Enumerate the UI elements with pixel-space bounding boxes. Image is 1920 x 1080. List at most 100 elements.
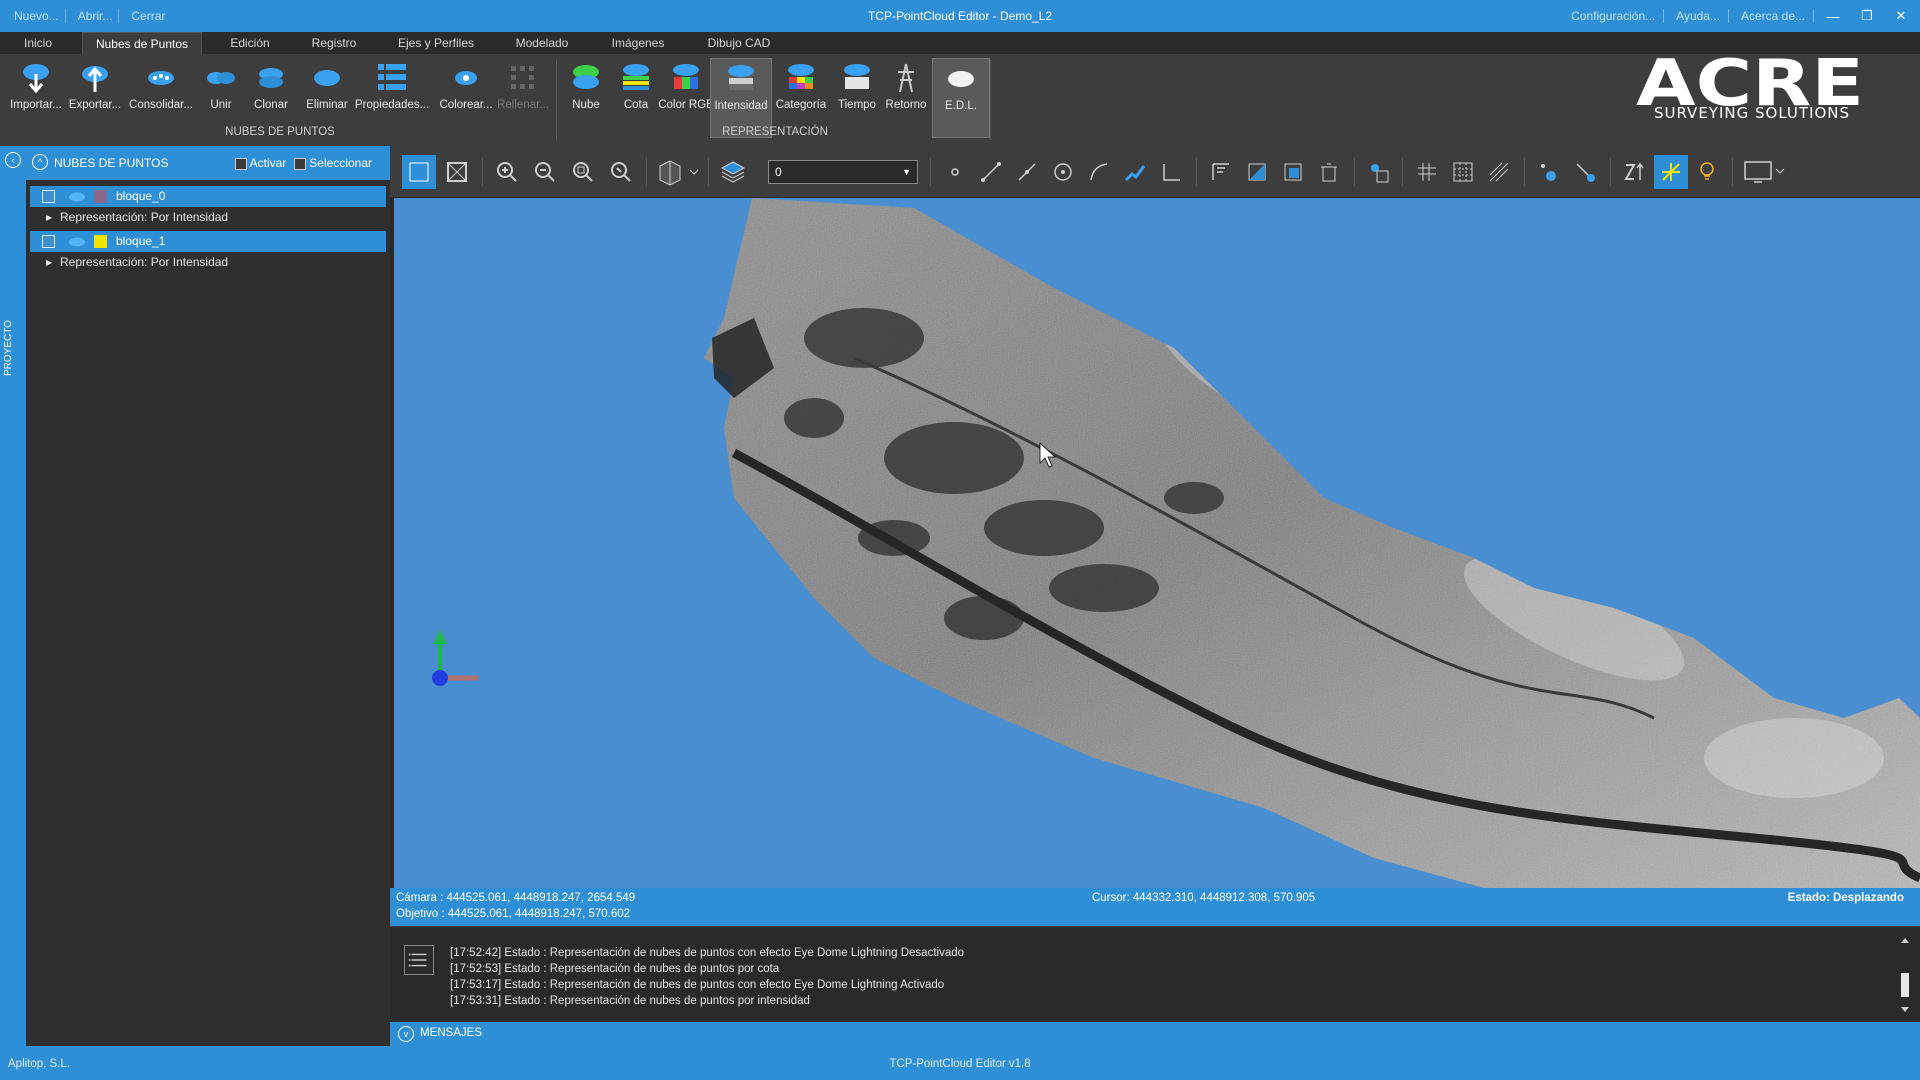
- group-label-representacion: REPRESENTACIÓN: [722, 126, 828, 138]
- select-mode-button[interactable]: [402, 155, 436, 189]
- zoom-in-button[interactable]: [490, 155, 524, 189]
- axes-icon: [1662, 163, 1680, 181]
- layers-button[interactable]: [716, 155, 750, 189]
- snap-point-icon: [1541, 164, 1556, 181]
- z-axis-button[interactable]: [1618, 155, 1652, 189]
- export-button[interactable]: Exportar...: [64, 58, 126, 138]
- tree-item-representation[interactable]: ▶ Representación: Por Intensidad: [30, 207, 386, 228]
- tab-edicion[interactable]: Edición: [220, 32, 280, 54]
- tree-item-bloque-1[interactable]: bloque_1: [30, 231, 386, 252]
- cloud-name: bloque_0: [116, 189, 166, 203]
- tab-dibujo-cad[interactable]: Dibujo CAD: [700, 32, 778, 54]
- monitor-icon: [1744, 161, 1785, 183]
- project-tab-label[interactable]: PROYECTO: [3, 320, 14, 376]
- measure-angle-button[interactable]: [1154, 155, 1188, 189]
- collapse-panel-icon[interactable]: ^: [32, 154, 48, 170]
- grid-surface-button[interactable]: [1482, 155, 1516, 189]
- minimize-button[interactable]: —: [1818, 4, 1848, 28]
- new-link[interactable]: Nuevo...: [8, 9, 66, 23]
- zoom-previous-icon: [611, 162, 631, 182]
- settings-link[interactable]: Configuración...: [1563, 9, 1665, 23]
- draw-polyline-button[interactable]: [1010, 155, 1044, 189]
- draw-point-button[interactable]: [938, 155, 972, 189]
- export-cloud-icon: [82, 66, 108, 92]
- lighting-button[interactable]: [1690, 155, 1724, 189]
- clip-box-button[interactable]: [1240, 155, 1274, 189]
- select-checkbox[interactable]: Seleccionar: [294, 156, 372, 170]
- close-file-link[interactable]: Cerrar: [125, 9, 171, 23]
- category-grid-icon: [788, 64, 814, 89]
- measure-profile-button[interactable]: [1118, 155, 1152, 189]
- expand-caret-icon[interactable]: ▶: [46, 207, 52, 228]
- tab-inicio[interactable]: Inicio: [14, 32, 62, 54]
- consolidate-cloud-icon: [148, 71, 174, 85]
- cloud-color-swatch[interactable]: [94, 190, 107, 203]
- zoom-previous-button[interactable]: [604, 155, 638, 189]
- messages-list-icon[interactable]: [404, 945, 434, 975]
- tab-ejes-y-perfiles[interactable]: Ejes y Perfiles: [390, 32, 482, 54]
- layer-select[interactable]: 0 ▼: [768, 160, 918, 184]
- zoom-extents-button[interactable]: [440, 155, 474, 189]
- tab-nubes-de-puntos[interactable]: Nubes de Puntos: [82, 32, 202, 54]
- activate-checkbox[interactable]: Activar: [234, 156, 286, 170]
- clear-clip-button[interactable]: [1312, 155, 1346, 189]
- delete-cloud-icon: [314, 70, 340, 86]
- tab-modelado[interactable]: Modelado: [502, 32, 582, 54]
- open-link[interactable]: Abrir...: [72, 9, 120, 23]
- company-name: Aplitop, S.L.: [8, 1058, 71, 1070]
- messages-panel: [17:52:42] Estado : Representación de nu…: [390, 926, 1920, 1022]
- zoom-out-button[interactable]: [528, 155, 562, 189]
- toolbar-separator: [646, 158, 647, 186]
- view-cube-dropdown[interactable]: [654, 155, 702, 189]
- grid-button[interactable]: [1410, 155, 1444, 189]
- display-dropdown[interactable]: [1740, 155, 1788, 189]
- toolbar-separator: [930, 158, 931, 186]
- colorize-cloud-icon: [455, 71, 477, 85]
- restore-button[interactable]: ❐: [1852, 4, 1882, 28]
- zoom-in-icon: [497, 162, 517, 182]
- tree-item-bloque-0[interactable]: bloque_0: [30, 186, 386, 207]
- toolbar-separator: [1610, 158, 1611, 186]
- message-line: [17:52:53] Estado : Representación de nu…: [450, 963, 780, 975]
- angle-icon: [1163, 164, 1180, 181]
- tree-item-representation[interactable]: ▶ Representación: Por Intensidad: [30, 252, 386, 273]
- 3d-viewport[interactable]: [394, 198, 1920, 888]
- visibility-checkbox[interactable]: [42, 190, 55, 203]
- snap-point-button[interactable]: [1532, 155, 1566, 189]
- draw-line-button[interactable]: [974, 155, 1008, 189]
- clip-polygon-button[interactable]: [1276, 155, 1310, 189]
- point-icon: [951, 168, 959, 176]
- terrain-cloud: [704, 198, 1920, 888]
- snap-line-icon: [1576, 163, 1595, 182]
- draw-arc-button[interactable]: [1082, 155, 1116, 189]
- about-link[interactable]: Acerca de...: [1733, 9, 1814, 23]
- cloud-color-icon: [573, 65, 599, 89]
- tab-registro[interactable]: Registro: [302, 32, 366, 54]
- panel-title: NUBES DE PUNTOS: [54, 156, 169, 170]
- expand-caret-icon[interactable]: ▶: [46, 252, 52, 273]
- messages-scrollbar[interactable]: [1898, 933, 1912, 1017]
- messages-footer[interactable]: v MENSAJES: [390, 1022, 1920, 1046]
- help-link[interactable]: Ayuda...: [1668, 9, 1729, 23]
- section-button[interactable]: [1204, 155, 1238, 189]
- snap-line-button[interactable]: [1568, 155, 1602, 189]
- close-button[interactable]: ✕: [1886, 4, 1916, 28]
- visibility-checkbox[interactable]: [42, 235, 55, 248]
- grid-points-icon: [1453, 162, 1473, 182]
- ribbon: Importar... Exportar... Consolidar... Un…: [0, 54, 1920, 146]
- collapse-left-icon[interactable]: ‹: [5, 152, 21, 168]
- zoom-window-button[interactable]: [566, 155, 600, 189]
- toolbar-separator: [708, 158, 709, 186]
- z-axis-icon: [1624, 162, 1644, 180]
- expand-messages-icon[interactable]: v: [398, 1026, 414, 1042]
- profile-icon: [1124, 165, 1146, 182]
- fill-button[interactable]: Rellenar...: [490, 58, 556, 138]
- axes-toggle-button[interactable]: [1654, 155, 1688, 189]
- cloud-color-swatch[interactable]: [94, 235, 107, 248]
- tab-imagenes[interactable]: Imágenes: [604, 32, 672, 54]
- grid-points-button[interactable]: [1446, 155, 1480, 189]
- zoom-out-icon: [535, 162, 555, 182]
- import-button[interactable]: Importar...: [5, 58, 67, 138]
- point-info-button[interactable]: [1362, 155, 1396, 189]
- draw-circle-button[interactable]: [1046, 155, 1080, 189]
